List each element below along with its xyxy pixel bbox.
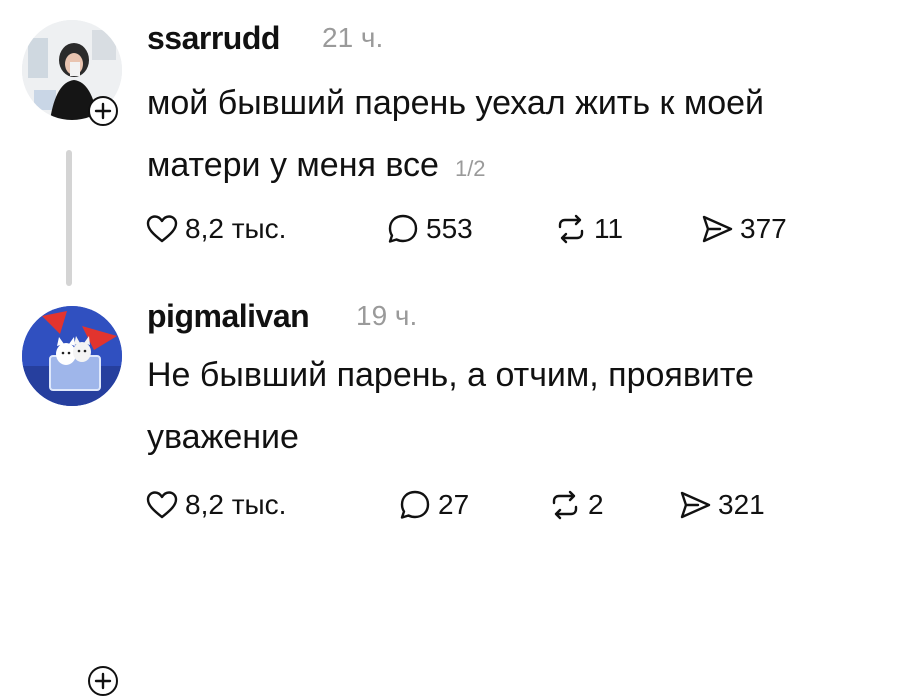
like-count: 8,2 тыс. <box>185 213 287 244</box>
like-count: 8,2 тыс. <box>185 489 287 520</box>
thread-line <box>66 150 72 286</box>
reply-count: 27 <box>438 489 470 520</box>
reply-count: 553 <box>426 213 473 244</box>
repost-icon <box>558 214 584 244</box>
post-text: Не бывший парень, а отчим, проявите уваж… <box>147 344 877 468</box>
post-body: Не бывший парень, а отчим, проявите уваж… <box>147 356 754 456</box>
avatar[interactable] <box>22 306 122 406</box>
share-button[interactable]: 377 <box>700 212 787 246</box>
timestamp: 19 ч. <box>356 300 418 331</box>
like-button[interactable]: 8,2 тыс. <box>145 488 286 522</box>
repost-icon <box>552 490 578 520</box>
share-count: 377 <box>740 213 787 244</box>
repost-button[interactable]: 2 <box>548 488 604 522</box>
follow-button[interactable] <box>88 96 118 126</box>
speech-bubble-icon <box>388 214 418 243</box>
plus-icon <box>94 672 112 690</box>
username[interactable]: pigmalivan <box>147 298 310 335</box>
avatar-illustration <box>22 306 122 406</box>
page-indicator: 1/2 <box>454 156 486 181</box>
like-button[interactable]: 8,2 тыс. <box>145 212 286 246</box>
post-text: мой бывший парень уехал жить к моей мате… <box>147 72 877 200</box>
repost-button[interactable]: 11 <box>554 212 623 246</box>
heart-icon <box>146 491 178 519</box>
repost-count: 2 <box>588 489 604 520</box>
timestamp: 21 ч. <box>322 22 384 53</box>
send-icon <box>680 491 711 519</box>
reply-button[interactable]: 27 <box>398 488 469 522</box>
username[interactable]: ssarrudd <box>147 20 280 57</box>
share-count: 321 <box>718 489 765 520</box>
send-icon <box>702 215 733 243</box>
repost-count: 11 <box>594 213 624 244</box>
share-button[interactable]: 321 <box>678 488 765 522</box>
follow-button[interactable] <box>88 666 118 696</box>
heart-icon <box>146 215 178 243</box>
plus-icon <box>94 102 112 120</box>
speech-bubble-icon <box>400 490 430 519</box>
reply-button[interactable]: 553 <box>386 212 473 246</box>
